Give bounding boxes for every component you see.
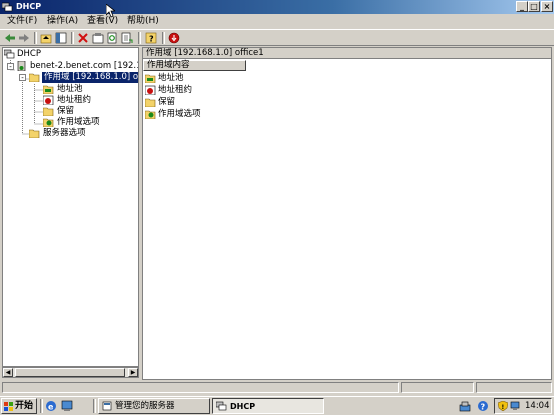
- internet-explorer-icon[interactable]: e: [45, 400, 57, 412]
- svg-text:e: e: [48, 403, 54, 412]
- task-dhcp[interactable]: DHCP: [212, 398, 324, 414]
- toolbar-separator: [34, 32, 37, 44]
- export-list-icon[interactable]: [121, 32, 133, 44]
- path-bar: 作用域 [192.168.1.0] office1: [143, 48, 551, 59]
- refresh-icon[interactable]: [106, 32, 118, 44]
- taskbar-separator: [40, 399, 43, 413]
- server-options-folder-icon: [29, 129, 40, 138]
- dhcp-root-icon: [4, 49, 15, 59]
- tree-reservations-label: 保留: [57, 106, 75, 116]
- help-icon[interactable]: ?: [145, 32, 157, 44]
- dhcp-app-icon: [1, 1, 13, 12]
- maximize-button[interactable]: □: [528, 1, 540, 12]
- delete-icon[interactable]: [77, 32, 89, 44]
- details-pane: 作用域 [192.168.1.0] office1 作用域内容 地址池 地址租约…: [142, 47, 552, 380]
- toolbar-separator: [138, 32, 141, 44]
- collapse-toggle[interactable]: -: [7, 63, 14, 71]
- status-panel-3: [476, 382, 552, 393]
- warning-shield-icon[interactable]: !: [498, 401, 508, 411]
- address-leases-icon: [145, 85, 156, 95]
- menu-file[interactable]: 文件(F): [7, 16, 37, 27]
- properties-icon[interactable]: [92, 32, 104, 44]
- list-item-label: 地址池: [158, 73, 184, 83]
- address-pool-icon: [43, 85, 54, 94]
- network-connection-icon[interactable]: [510, 401, 520, 411]
- windows-logo-icon: [4, 402, 13, 411]
- help-tray-icon[interactable]: ?: [477, 400, 489, 412]
- reservations-folder-icon: [43, 107, 54, 116]
- reservations-folder-icon: [145, 98, 156, 107]
- start-button[interactable]: 开始: [1, 398, 37, 414]
- task-manage-server[interactable]: 管理您的服务器: [98, 398, 210, 414]
- network-tray-icon[interactable]: [459, 400, 471, 412]
- tree-node-server[interactable]: - benet-2.benet.com [192.168: [7, 61, 138, 72]
- manage-server-icon: [102, 401, 112, 411]
- list-item-label: 作用域选项: [158, 109, 201, 119]
- task-label: DHCP: [230, 402, 256, 411]
- show-hide-tree-icon[interactable]: [55, 32, 67, 44]
- collapse-toggle[interactable]: -: [19, 74, 26, 82]
- window-title: DHCP: [16, 2, 42, 11]
- menu-help[interactable]: 帮助(H): [127, 16, 159, 27]
- server-icon: [17, 61, 26, 71]
- close-button[interactable]: ×: [541, 1, 553, 12]
- status-panel-2: [401, 382, 474, 393]
- scope-options-icon: [145, 110, 156, 119]
- console-tree: DHCP - benet-2.benet.com [192.168 - 作用域 …: [2, 47, 139, 367]
- status-bar: [0, 381, 554, 395]
- task-label: 管理您的服务器: [115, 401, 175, 411]
- start-label: 开始: [15, 401, 34, 411]
- mouse-cursor-icon: [106, 4, 115, 18]
- toolbar: ?: [0, 29, 554, 46]
- tree-scope-label: 作用域 [192.168.1.0] o: [42, 72, 139, 83]
- scroll-left-button[interactable]: ◀: [3, 368, 13, 377]
- taskbar-separator: [93, 399, 96, 413]
- toolbar-separator: [71, 32, 74, 44]
- tree-scope-options-label: 作用域选项: [57, 117, 100, 127]
- tree-address-pool-label: 地址池: [57, 84, 83, 94]
- tree-root-label: DHCP: [17, 49, 41, 59]
- tree-address-leases-label: 地址租约: [57, 95, 92, 105]
- desktop-icon[interactable]: [61, 400, 73, 412]
- scroll-right-button[interactable]: ▶: [128, 368, 138, 377]
- column-header-label: 作用域内容: [147, 60, 190, 70]
- dhcp-task-icon: [216, 401, 227, 411]
- status-panel-main: [2, 382, 399, 393]
- taskbar: 开始 e 管理您的服务器 DHCP ? ! 14:04: [0, 396, 554, 415]
- menu-action[interactable]: 操作(A): [47, 16, 78, 27]
- clock: 14:04: [525, 401, 550, 411]
- tree-server-label: benet-2.benet.com [192.168: [30, 61, 138, 71]
- scope-folder-icon: [29, 73, 40, 82]
- tree-node-scope[interactable]: - 作用域 [192.168.1.0] o: [19, 72, 139, 83]
- path-label: 作用域 [192.168.1.0] office1: [146, 48, 264, 58]
- toolbar-separator: [162, 32, 165, 44]
- list-item-label: 保留: [158, 97, 176, 107]
- address-pool-icon: [145, 74, 156, 83]
- svg-text:?: ?: [149, 35, 154, 44]
- title-bar: DHCP _ □ ×: [0, 0, 554, 14]
- tree-horizontal-scrollbar[interactable]: ◀ ▶: [2, 367, 139, 378]
- scroll-thumb[interactable]: [15, 368, 125, 377]
- minimize-button[interactable]: _: [516, 1, 528, 12]
- column-header-scope-contents[interactable]: 作用域内容: [143, 60, 246, 71]
- back-arrow-icon[interactable]: [4, 32, 16, 44]
- up-folder-icon[interactable]: [40, 32, 52, 44]
- list-item-label: 地址租约: [158, 85, 193, 95]
- menu-bar: 文件(F) 操作(A) 查看(V) 帮助(H): [0, 14, 554, 29]
- forward-arrow-icon[interactable]: [18, 32, 30, 44]
- svg-text:!: !: [502, 404, 505, 411]
- svg-text:?: ?: [481, 403, 486, 412]
- stop-service-icon[interactable]: [168, 32, 180, 44]
- system-tray: ! 14:04: [494, 398, 552, 414]
- scope-options-icon: [43, 118, 54, 127]
- address-leases-icon: [43, 95, 54, 105]
- tree-server-options-label: 服务器选项: [43, 128, 86, 138]
